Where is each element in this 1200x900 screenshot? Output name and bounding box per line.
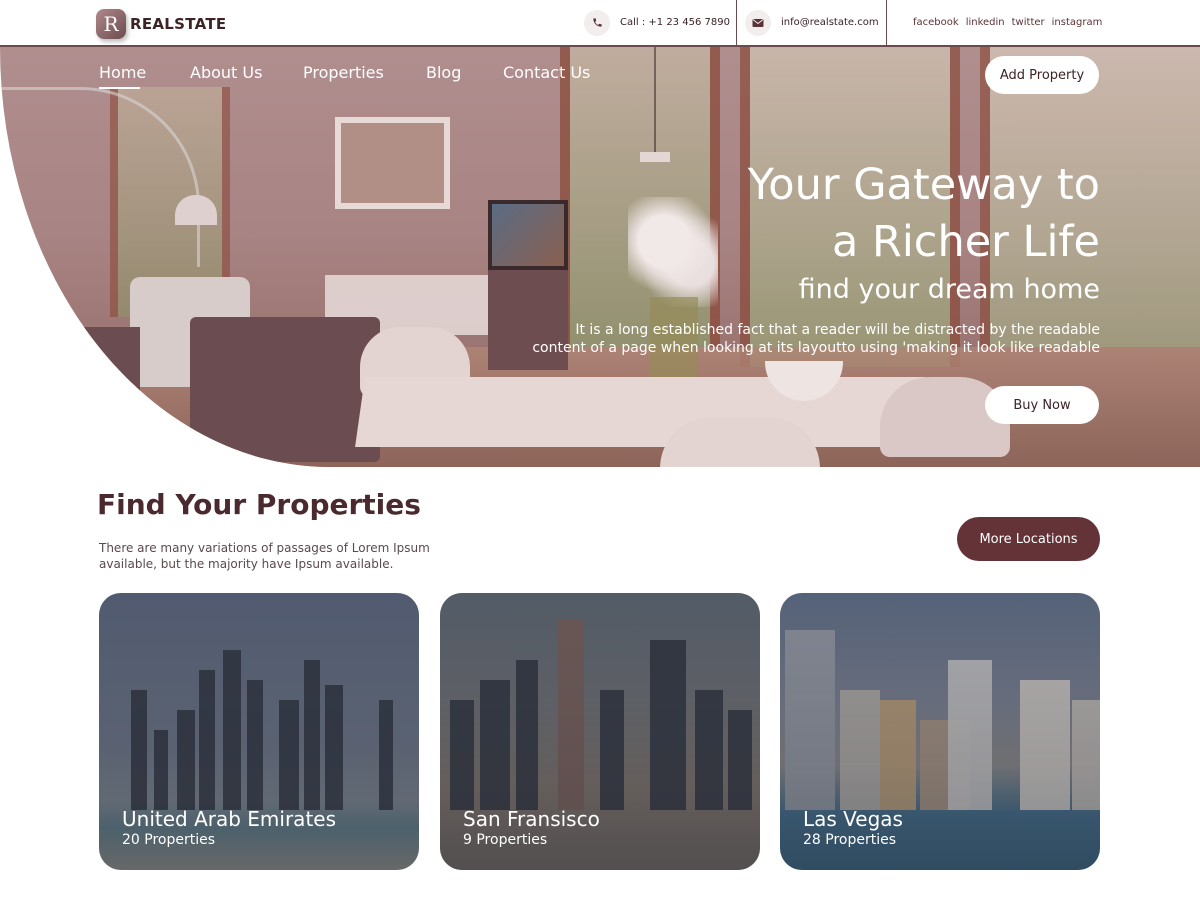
social-instagram[interactable]: instagram	[1052, 17, 1103, 28]
properties-section-description: There are many variations of passages of…	[99, 540, 479, 572]
hero-section: Home About Us Properties Blog Contact Us…	[0, 47, 1200, 467]
hero-title-line-2: a Richer Life	[831, 217, 1100, 267]
social-facebook[interactable]: facebook	[913, 17, 959, 28]
card-property-count: 28 Properties	[803, 832, 897, 848]
nav-blog[interactable]: Blog	[426, 63, 461, 82]
social-links: facebook linkedin twitter instagram	[886, 0, 1102, 45]
nav-properties[interactable]: Properties	[303, 63, 384, 82]
hero-description-line-2: content of a page when looking at its la…	[532, 340, 1100, 356]
hero-subtitle: find your dream home	[798, 274, 1100, 305]
properties-description-line-1: There are many variations of passages of…	[99, 541, 430, 555]
hero-title: Your Gateway to a Richer Life	[540, 157, 1100, 271]
nav-contact-us[interactable]: Contact Us	[503, 63, 590, 82]
phone-icon	[584, 9, 610, 36]
logo-mark: R	[96, 9, 126, 39]
location-card-uae[interactable]: United Arab Emirates 20 Properties	[99, 593, 419, 870]
card-location-name: San Fransisco	[463, 807, 600, 831]
card-property-count: 9 Properties	[463, 832, 548, 848]
mail-icon	[745, 9, 771, 36]
hero-description: It is a long established fact that a rea…	[460, 321, 1100, 357]
call-text: Call : +1 23 456 7890	[620, 17, 730, 28]
card-location-name: United Arab Emirates	[122, 807, 337, 831]
sofa	[190, 317, 380, 462]
email-text: info@realstate.com	[781, 17, 879, 28]
social-linkedin[interactable]: linkedin	[966, 17, 1005, 28]
dining-chair	[660, 417, 820, 467]
wall-painting	[335, 117, 450, 209]
social-twitter[interactable]: twitter	[1012, 17, 1045, 28]
brand-name: REALSTATE	[130, 15, 227, 33]
hero-description-line-1: It is a long established fact that a rea…	[575, 322, 1100, 338]
email-contact[interactable]: info@realstate.com	[736, 0, 879, 45]
add-property-button[interactable]: Add Property	[985, 56, 1099, 94]
location-card-san-fransisco[interactable]: San Fransisco 9 Properties	[440, 593, 760, 870]
lamp-shade	[175, 195, 217, 225]
sofa	[0, 327, 140, 437]
call-contact[interactable]: Call : +1 23 456 7890	[584, 0, 730, 45]
card-location-name: Las Vegas	[803, 807, 903, 831]
dining-table	[355, 377, 925, 447]
properties-description-line-2: available, but the majority have Ipsum a…	[99, 557, 394, 571]
pendant-cord	[654, 47, 656, 152]
properties-section-title: Find Your Properties	[97, 488, 421, 521]
more-locations-button[interactable]: More Locations	[957, 517, 1100, 561]
card-property-count: 20 Properties	[122, 832, 216, 848]
location-card-las-vegas[interactable]: Las Vegas 28 Properties	[780, 593, 1100, 870]
nav-about-us[interactable]: About Us	[190, 63, 262, 82]
hero-title-line-1: Your Gateway to	[747, 160, 1100, 210]
buy-now-button[interactable]: Buy Now	[985, 386, 1099, 424]
brand-logo[interactable]: R REALSTATE	[96, 9, 226, 39]
nav-home[interactable]: Home	[99, 63, 146, 89]
top-bar: R REALSTATE Call : +1 23 456 7890 info@r…	[0, 0, 1200, 47]
